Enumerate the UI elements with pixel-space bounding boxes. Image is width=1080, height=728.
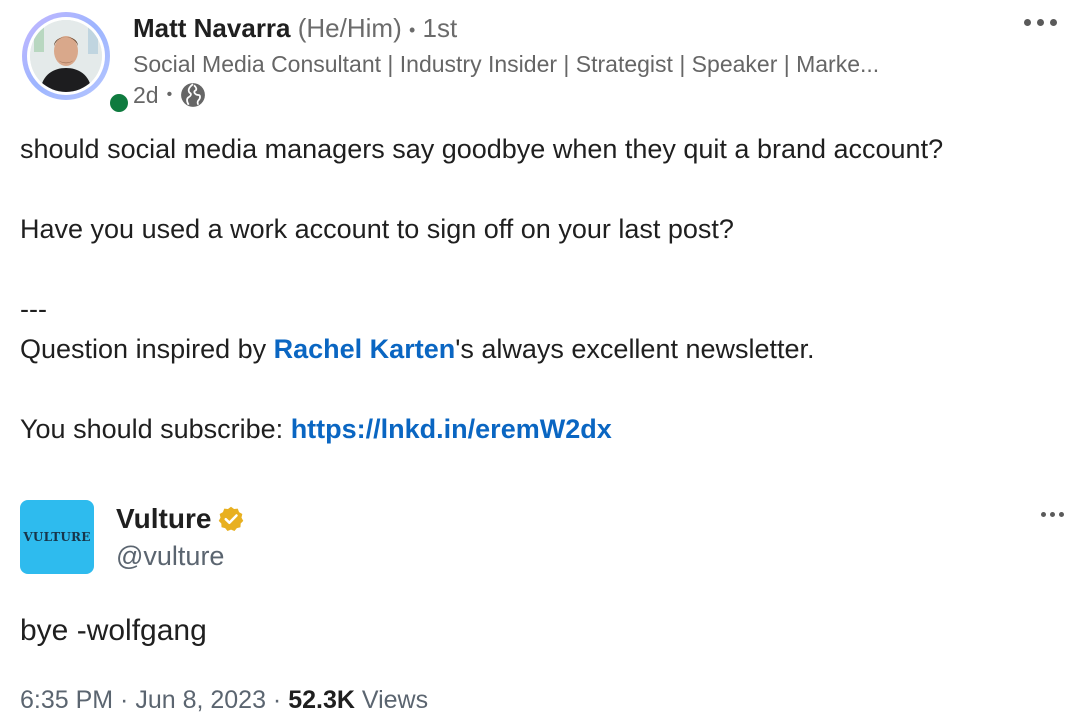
dot xyxy=(1050,512,1055,517)
separator-dot: • xyxy=(408,20,416,41)
post-text-suffix: 's always excellent newsletter. xyxy=(455,334,815,364)
author-pronouns: (He/Him) xyxy=(297,13,402,43)
dot xyxy=(1059,512,1064,517)
linkedin-post: Matt Navarra (He/Him) • 1st Social Media… xyxy=(0,0,1080,728)
post-text-line-1: should social media managers say goodbye… xyxy=(20,134,944,164)
tweet-text: bye -wolfgang xyxy=(20,614,207,647)
separator-dot: • xyxy=(166,86,173,103)
tweet-meta: 6:35 PM · Jun 8, 2023 · 52.3K Views xyxy=(20,684,428,716)
post-text-prefix: You should subscribe: xyxy=(20,414,291,444)
subscribe-link[interactable]: https://lnkd.in/eremW2dx xyxy=(291,414,612,444)
dot xyxy=(1041,512,1046,517)
tweet-options-button[interactable] xyxy=(1041,512,1064,517)
tweet-timestamp[interactable]: 6:35 PM · Jun 8, 2023 · xyxy=(20,686,288,714)
tweet-author-name[interactable]: Vulture xyxy=(116,502,245,536)
tweet-views-label: Views xyxy=(354,686,429,714)
dot xyxy=(1036,18,1044,26)
tweet-author-name-text: Vulture xyxy=(116,503,212,534)
author-avatar[interactable] xyxy=(22,12,132,116)
mention-link[interactable]: Rachel Karten xyxy=(274,334,456,364)
post-text-line-4: You should subscribe: https://lnkd.in/er… xyxy=(20,412,612,446)
post-options-button[interactable] xyxy=(1016,8,1064,36)
avatar-photo xyxy=(30,20,102,92)
author-name[interactable]: Matt Navarra xyxy=(133,13,291,43)
post-time[interactable]: 2d xyxy=(133,81,159,109)
author-headline[interactable]: Social Media Consultant | Industry Insid… xyxy=(133,50,879,78)
verified-badge-icon xyxy=(219,506,244,532)
post-meta: 2d • xyxy=(133,81,206,109)
vulture-logo[interactable]: VULTURE xyxy=(20,500,94,574)
post-divider-text: --- xyxy=(20,294,47,324)
tweet-views-count: 52.3K xyxy=(288,686,355,714)
post-text-line-2: Have you used a work account to sign off… xyxy=(20,214,734,244)
author-line: Matt Navarra (He/Him) • 1st xyxy=(133,12,457,46)
dot xyxy=(1023,18,1031,26)
tweet-author-handle[interactable]: @vulture xyxy=(116,539,224,573)
post-text-line-3: Question inspired by Rachel Karten's alw… xyxy=(20,332,815,366)
online-status-indicator xyxy=(106,90,132,116)
post-text-prefix: Question inspired by xyxy=(20,334,274,364)
globe-icon xyxy=(181,83,206,107)
avatar-person-icon xyxy=(30,20,102,92)
connection-degree: 1st xyxy=(422,13,458,43)
dot xyxy=(1049,18,1057,26)
vulture-logo-text: VULTURE xyxy=(23,530,91,544)
